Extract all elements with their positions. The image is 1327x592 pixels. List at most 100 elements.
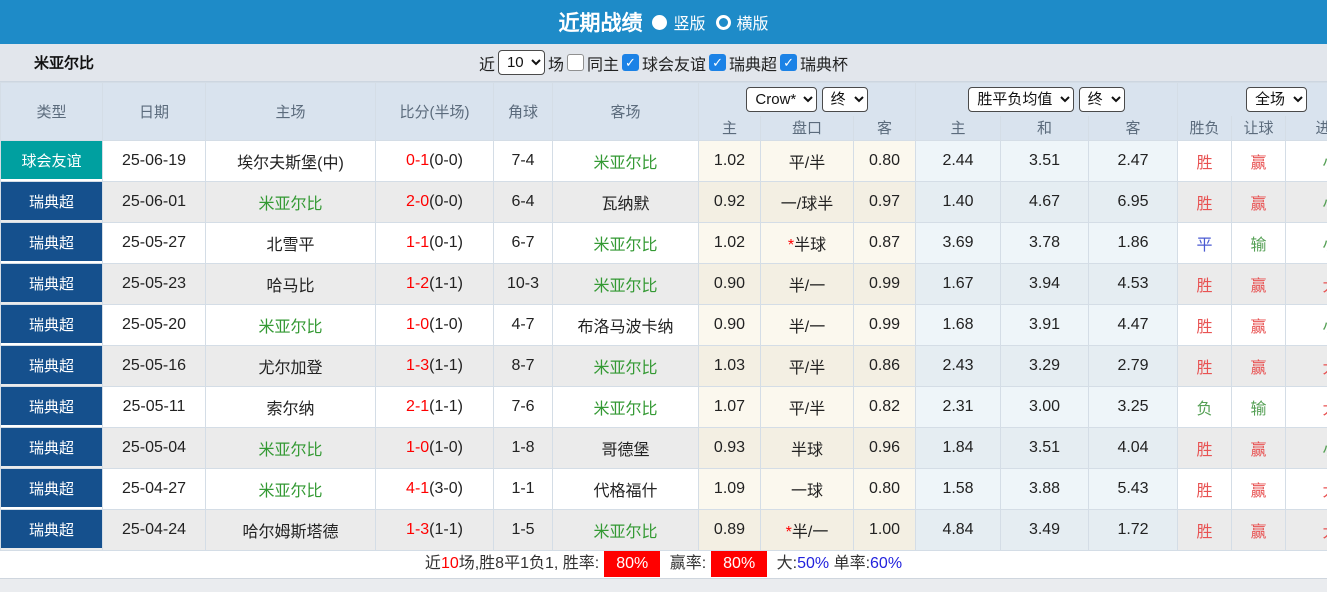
league-filter-label[interactable]: 瑞典超 [729, 51, 777, 75]
fulltime-score: 0-1 [406, 152, 429, 169]
ah-away-odds: 0.80 [854, 469, 916, 510]
match-type-badge: 瑞典超 [1, 510, 102, 548]
fulltime-score: 1-1 [406, 234, 429, 251]
match-date: 25-05-20 [103, 305, 206, 346]
result-handicap: 赢 [1232, 469, 1286, 510]
home-team-cell: 埃尔夫斯堡(中) [206, 141, 376, 182]
corner-score: 7-6 [494, 387, 553, 428]
halftime-score: (0-0) [429, 152, 463, 169]
eu-home-odds: 1.68 [916, 305, 1001, 346]
corner-score: 8-7 [494, 346, 553, 387]
same-home-label: 同主 [587, 51, 619, 75]
match-score-cell: 1-0(1-0) [376, 305, 494, 346]
result-handicap: 赢 [1232, 510, 1286, 551]
horizontal-radio-label[interactable]: 横版 [737, 10, 769, 34]
cup-checkbox[interactable]: ✓ [780, 54, 797, 71]
col-header-handicap: 让球 [1232, 116, 1286, 141]
match-type-badge: 瑞典超 [1, 223, 102, 261]
away-team-name: 哥德堡 [601, 442, 649, 459]
eu-away-odds: 4.47 [1089, 305, 1178, 346]
eu-draw-odds: 3.51 [1001, 141, 1089, 182]
col-header-eu-draw: 和 [1001, 116, 1089, 141]
summary-count: 10 [441, 555, 459, 572]
match-type-cell: 瑞典超 [1, 387, 103, 428]
match-type-cell: 瑞典超 [1, 469, 103, 510]
home-team-cell: 北雪平 [206, 223, 376, 264]
result-goals: 小 [1286, 305, 1327, 346]
vertical-radio-icon[interactable] [652, 15, 667, 30]
ah-line: 一/球半 [781, 196, 833, 213]
ah-line-cell: 平/半 [761, 387, 854, 428]
corner-score: 1-8 [494, 428, 553, 469]
away-team-cell: 瓦纳默 [553, 182, 699, 223]
col-header-ah-line: 盘口 [761, 116, 854, 141]
away-team-name: 米亚尔比 [593, 278, 657, 295]
layout-vertical-option[interactable]: 竖版 [652, 10, 705, 34]
result-goals: 小 [1286, 182, 1327, 223]
fulltime-score: 2-1 [406, 398, 429, 415]
eu-home-odds: 1.40 [916, 182, 1001, 223]
ah-home-odds: 0.90 [699, 305, 761, 346]
eu-home-odds: 2.44 [916, 141, 1001, 182]
eu-away-odds: 4.04 [1089, 428, 1178, 469]
match-type-badge: 瑞典超 [1, 182, 102, 220]
match-date: 25-04-27 [103, 469, 206, 510]
games-label: 场 [548, 51, 564, 75]
filter-bar: 米亚尔比 近 10 场 同主 ✓ 球会友谊 ✓ 瑞典超 ✓ 瑞典杯 [0, 44, 1327, 82]
match-date: 25-04-24 [103, 510, 206, 551]
result-winlose: 胜 [1178, 264, 1232, 305]
eu-away-odds: 4.53 [1089, 264, 1178, 305]
vertical-radio-label[interactable]: 竖版 [673, 10, 705, 34]
fulltime-score: 1-3 [406, 521, 429, 538]
scope-select[interactable]: 全场 [1246, 87, 1307, 112]
match-score-cell: 0-1(0-0) [376, 141, 494, 182]
ah-home-odds: 0.90 [699, 264, 761, 305]
europe-state-select[interactable]: 终 [1079, 87, 1125, 112]
away-team-name: 米亚尔比 [593, 360, 657, 377]
recent-results-titlebar: 近期战绩 竖版 横版 [0, 0, 1327, 44]
matches-table-wrap: 类型 日期 主场 比分(半场) 角球 客场 Crow* 终 胜平负均值 终 全场… [0, 82, 1327, 551]
eu-away-odds: 2.47 [1089, 141, 1178, 182]
col-header-date: 日期 [103, 83, 206, 141]
ah-line: 半/一 [789, 278, 825, 295]
eu-draw-odds: 3.29 [1001, 346, 1089, 387]
col-header-ah-home: 主 [699, 116, 761, 141]
league-checkbox[interactable]: ✓ [709, 54, 726, 71]
ah-home-odds: 1.02 [699, 223, 761, 264]
corner-score: 1-1 [494, 469, 553, 510]
eu-draw-odds: 3.51 [1001, 428, 1089, 469]
near-label: 近 [479, 51, 495, 75]
near-count-select[interactable]: 10 [498, 50, 545, 75]
same-home-checkbox[interactable] [567, 54, 584, 71]
match-row: 瑞典超 25-05-11 索尔纳 2-1(1-1) 7-6 米亚尔比 1.07 … [1, 387, 1327, 428]
big-rate-value: 50% [797, 555, 829, 572]
ah-home-odds: 0.89 [699, 510, 761, 551]
result-winlose: 胜 [1178, 182, 1232, 223]
friendly-filter-label[interactable]: 球会友谊 [642, 51, 706, 75]
home-team-cell: 哈尔姆斯塔德 [206, 510, 376, 551]
col-header-score: 比分(半场) [376, 83, 494, 141]
home-team-name: 哈马比 [266, 278, 314, 295]
match-score-cell: 1-0(1-0) [376, 428, 494, 469]
ah-line: 平/半 [789, 360, 825, 377]
cup-filter-label[interactable]: 瑞典杯 [800, 51, 848, 75]
ah-home-odds: 0.92 [699, 182, 761, 223]
away-team-name: 布洛马波卡纳 [577, 319, 673, 336]
match-type-cell: 瑞典超 [1, 346, 103, 387]
eu-home-odds: 1.84 [916, 428, 1001, 469]
horizontal-radio-icon[interactable] [716, 15, 731, 30]
home-team-name: 索尔纳 [266, 401, 314, 418]
fulltime-score: 1-0 [406, 439, 429, 456]
ah-home-odds: 1.07 [699, 387, 761, 428]
layout-horizontal-option[interactable]: 横版 [716, 10, 769, 34]
result-goals: 大 [1286, 469, 1327, 510]
friendly-checkbox[interactable]: ✓ [622, 54, 639, 71]
fulltime-score: 1-0 [406, 316, 429, 333]
home-team-name: 米亚尔比 [258, 319, 322, 336]
bookmaker-select[interactable]: Crow* [746, 87, 817, 112]
europe-odds-select[interactable]: 胜平负均值 [968, 87, 1074, 112]
result-winlose: 胜 [1178, 346, 1232, 387]
bookmaker-state-select[interactable]: 终 [822, 87, 868, 112]
ah-away-odds: 0.97 [854, 182, 916, 223]
home-team-cell: 米亚尔比 [206, 305, 376, 346]
